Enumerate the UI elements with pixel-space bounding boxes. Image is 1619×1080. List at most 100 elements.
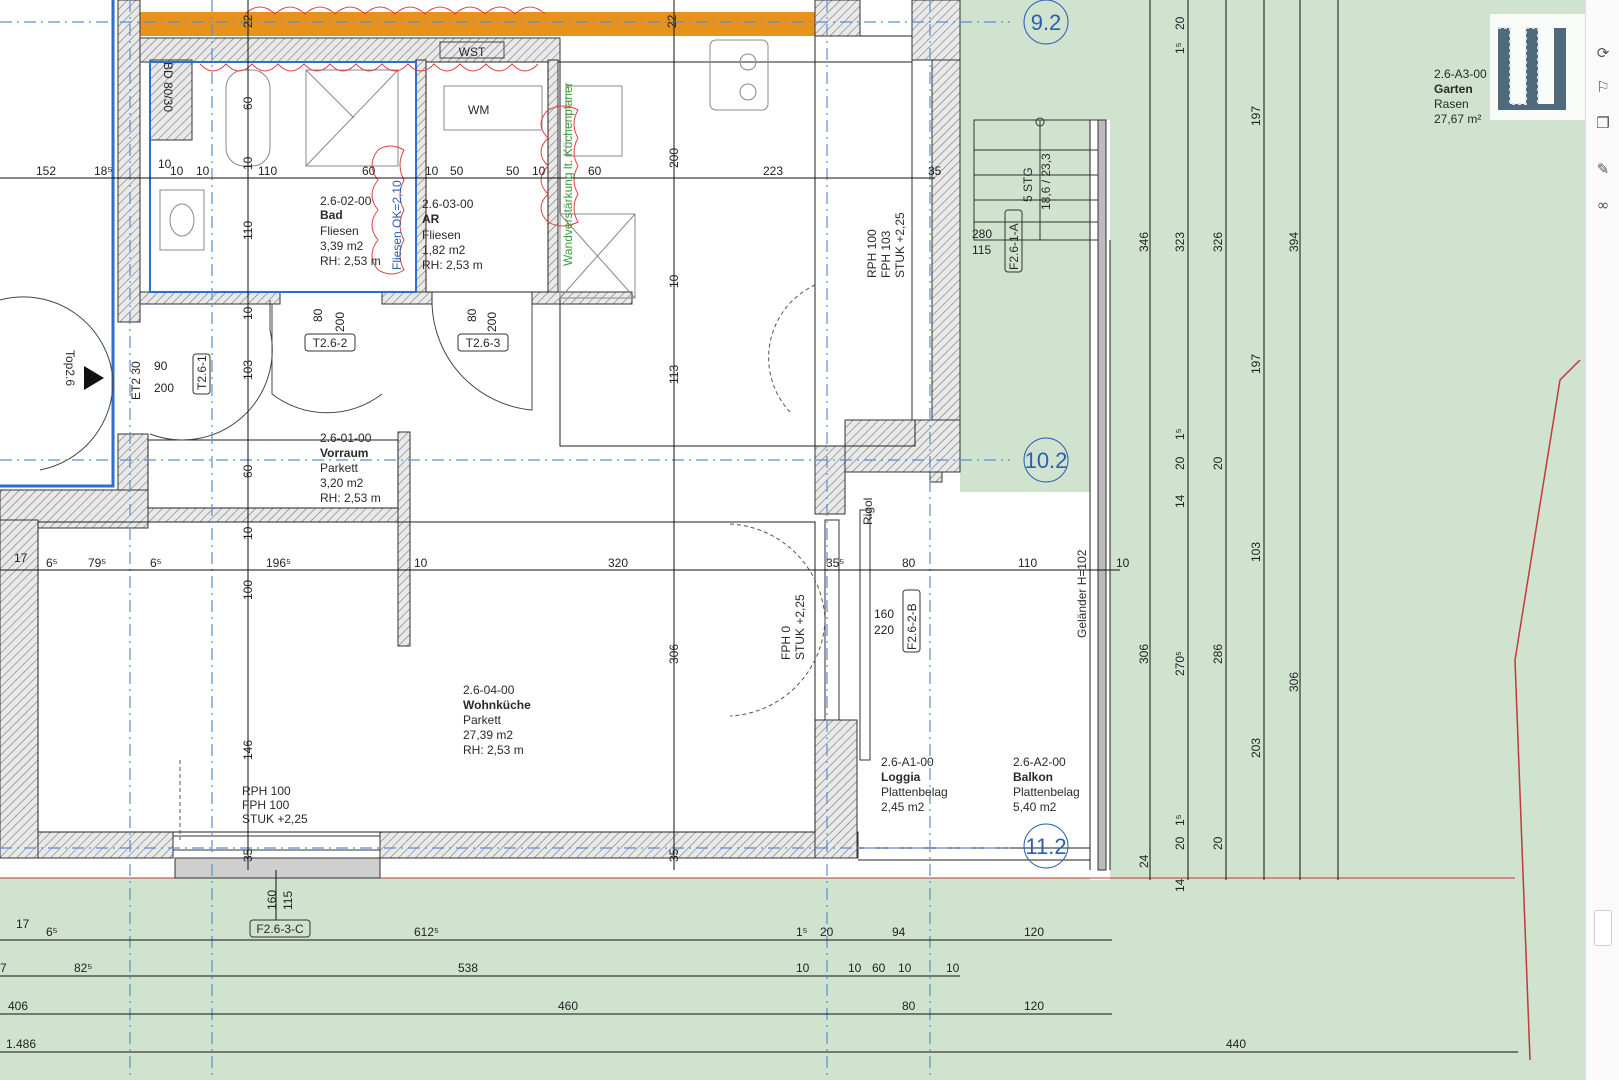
room-name: Loggia bbox=[881, 770, 921, 784]
wm-label: WM bbox=[468, 103, 489, 117]
copy-icon[interactable]: ❐ bbox=[1594, 114, 1612, 132]
window-tag-f2-6-3-c: F2.6-3-C bbox=[256, 922, 304, 936]
svg-text:10: 10 bbox=[196, 164, 210, 178]
wst-label: WST bbox=[459, 45, 486, 59]
svg-text:160: 160 bbox=[265, 890, 279, 910]
room-area: 2,45 m2 bbox=[881, 800, 925, 814]
svg-text:115: 115 bbox=[281, 891, 295, 910]
bd-label: BD 80/30 bbox=[161, 62, 175, 112]
svg-text:120: 120 bbox=[1024, 999, 1044, 1013]
svg-text:18⁵: 18⁵ bbox=[94, 164, 112, 178]
room-id: 2.6-02-00 bbox=[320, 194, 372, 208]
svg-text:406: 406 bbox=[8, 999, 28, 1013]
fliesen-note: Fliesen OK=2,10 bbox=[390, 180, 404, 270]
svg-text:35⁵: 35⁵ bbox=[826, 556, 844, 570]
svg-text:6⁵: 6⁵ bbox=[46, 556, 58, 570]
room-id: 2.6-04-00 bbox=[463, 683, 515, 697]
svg-text:1.486: 1.486 bbox=[6, 1037, 36, 1051]
svg-text:115: 115 bbox=[972, 243, 991, 257]
svg-text:10: 10 bbox=[946, 961, 960, 975]
floor-plan: WST 9.2 10.2 11.2 2.6-02-00 Bad Fliesen … bbox=[0, 0, 1585, 1080]
svg-text:RPH 100: RPH 100 bbox=[865, 229, 879, 278]
svg-text:20: 20 bbox=[1173, 16, 1187, 30]
svg-text:17: 17 bbox=[14, 551, 28, 565]
unit-boundary bbox=[0, 0, 115, 488]
room-area: 3,20 m2 bbox=[320, 476, 364, 490]
svg-text:10: 10 bbox=[898, 961, 912, 975]
svg-text:90: 90 bbox=[154, 359, 168, 373]
svg-text:1⁵: 1⁵ bbox=[1173, 42, 1187, 54]
svg-text:197: 197 bbox=[1249, 354, 1263, 374]
svg-text:80: 80 bbox=[902, 999, 916, 1013]
svg-text:6⁵: 6⁵ bbox=[46, 925, 58, 939]
svg-text:306: 306 bbox=[667, 644, 681, 664]
entry-arrow bbox=[84, 366, 104, 390]
svg-text:538: 538 bbox=[458, 961, 478, 975]
svg-text:103: 103 bbox=[241, 360, 255, 380]
svg-text:280: 280 bbox=[972, 227, 992, 241]
room-height: RH: 2,53 m bbox=[320, 491, 381, 505]
svg-text:200: 200 bbox=[485, 312, 499, 332]
pen-icon[interactable]: ✎ bbox=[1594, 160, 1612, 178]
door-tag-t2-6-3: T2.6-3 bbox=[466, 336, 501, 350]
svg-text:10: 10 bbox=[667, 274, 681, 288]
svg-text:35: 35 bbox=[241, 848, 255, 862]
room-id: 2.6-01-00 bbox=[320, 431, 372, 445]
bookmark-icon[interactable]: ⚐ bbox=[1594, 78, 1612, 96]
dims-row-1: 152 18⁵ 10 10 110 60 10 50 50 10 60 223 … bbox=[36, 164, 942, 178]
svg-text:60: 60 bbox=[362, 164, 376, 178]
svg-text:320: 320 bbox=[608, 556, 628, 570]
room-ar: 2.6-03-00 AR Fliesen 1,82 m2 RH: 2,53 m bbox=[422, 197, 483, 272]
room-id: 2.6-03-00 bbox=[422, 197, 474, 211]
svg-text:440: 440 bbox=[1226, 1037, 1246, 1051]
svg-text:STUK +2,25: STUK +2,25 bbox=[893, 212, 907, 278]
svg-text:200: 200 bbox=[333, 312, 347, 332]
svg-text:1⁵: 1⁵ bbox=[796, 925, 808, 939]
room-height: RH: 2,53 m bbox=[463, 743, 524, 757]
svg-text:80: 80 bbox=[465, 308, 479, 322]
svg-text:FPH 100: FPH 100 bbox=[242, 798, 290, 812]
svg-text:10: 10 bbox=[796, 961, 810, 975]
svg-text:20: 20 bbox=[820, 925, 834, 939]
svg-text:346: 346 bbox=[1137, 232, 1151, 252]
svg-text:7: 7 bbox=[0, 961, 7, 975]
svg-text:82⁵: 82⁵ bbox=[74, 961, 92, 975]
door-tag-t2-6-1: T2.6-1 bbox=[195, 355, 209, 390]
svg-text:120: 120 bbox=[1024, 925, 1044, 939]
scrollbar-thumb[interactable] bbox=[1594, 910, 1612, 946]
refresh-icon[interactable]: ⟳ bbox=[1594, 44, 1612, 62]
railing bbox=[1097, 119, 1107, 871]
svg-text:612⁵: 612⁵ bbox=[414, 925, 439, 939]
room-height: RH: 2,53 m bbox=[422, 258, 483, 272]
svg-text:20: 20 bbox=[1211, 456, 1225, 470]
svg-text:1⁵: 1⁵ bbox=[1173, 814, 1187, 826]
svg-text:20: 20 bbox=[1173, 836, 1187, 850]
room-floor: Rasen bbox=[1434, 97, 1469, 111]
svg-text:STUK +2,25: STUK +2,25 bbox=[242, 812, 308, 826]
svg-text:220: 220 bbox=[874, 623, 894, 637]
stairs-rise: 18,6 / 23,3 bbox=[1039, 153, 1053, 210]
svg-text:17: 17 bbox=[16, 917, 30, 931]
svg-text:110: 110 bbox=[1018, 556, 1037, 570]
svg-text:394: 394 bbox=[1287, 232, 1301, 252]
room-floor: Parkett bbox=[463, 713, 502, 727]
room-name: Balkon bbox=[1013, 770, 1053, 784]
svg-text:110: 110 bbox=[241, 221, 255, 240]
room-vorraum: 2.6-01-00 Vorraum Parkett 3,20 m2 RH: 2,… bbox=[320, 431, 381, 505]
svg-text:1⁵: 1⁵ bbox=[1173, 428, 1187, 440]
link-icon[interactable]: ∞ bbox=[1594, 196, 1612, 214]
room-id: 2.6-A2-00 bbox=[1013, 755, 1066, 769]
svg-text:79⁵: 79⁵ bbox=[88, 556, 106, 570]
svg-text:10: 10 bbox=[170, 164, 184, 178]
window-note-2: FPH 0 STUK +2,25 bbox=[779, 594, 807, 660]
room-id: 2.6-A3-00 bbox=[1434, 67, 1487, 81]
top-label: Top2.6 bbox=[63, 350, 77, 386]
room-name: Vorraum bbox=[320, 446, 368, 460]
room-floor: Parkett bbox=[320, 461, 359, 475]
svg-text:10: 10 bbox=[241, 156, 255, 170]
room-wohnkueche: 2.6-04-00 Wohnküche Parkett 27,39 m2 RH:… bbox=[463, 683, 531, 757]
svg-text:FPH 0: FPH 0 bbox=[779, 626, 793, 660]
room-floor: Plattenbelag bbox=[1013, 785, 1080, 799]
svg-text:22: 22 bbox=[241, 14, 255, 28]
room-floor: Plattenbelag bbox=[881, 785, 948, 799]
